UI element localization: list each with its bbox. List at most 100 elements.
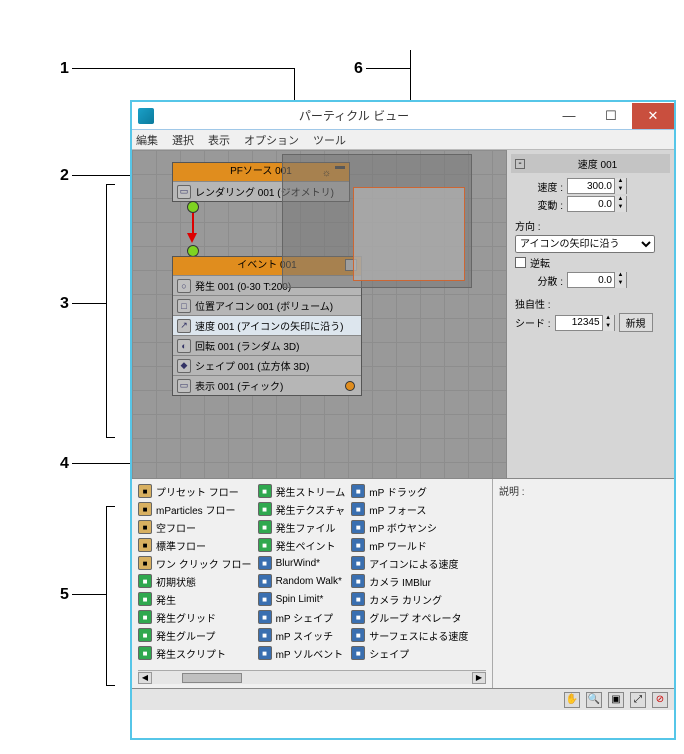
depot-item[interactable]: ■mParticles フロー bbox=[138, 501, 252, 517]
event-output-dot[interactable] bbox=[345, 381, 355, 391]
operator-row[interactable]: □位置アイコン 001 (ボリューム) bbox=[173, 295, 361, 315]
seed-spinner[interactable]: ▲▼ bbox=[555, 315, 615, 331]
depot-item-label: mP ボウヤンシ bbox=[369, 520, 437, 535]
depot-item-label: プリセット フロー bbox=[156, 484, 239, 499]
depot-item[interactable]: ■mP スイッチ bbox=[258, 627, 346, 643]
operator-label: 表示 001 (ティック) bbox=[195, 378, 283, 393]
depot-item[interactable]: ■発生テクスチャ bbox=[258, 501, 346, 517]
depot-item-icon: ■ bbox=[258, 520, 272, 534]
operator-row[interactable]: ◆シェイプ 001 (立方体 3D) bbox=[173, 355, 361, 375]
depot-item-icon: ■ bbox=[138, 646, 152, 660]
depot-item[interactable]: ■mP シェイプ bbox=[258, 609, 346, 625]
depot-item[interactable]: ■発生ストリーム bbox=[258, 483, 346, 499]
depot-item-icon: ■ bbox=[138, 538, 152, 552]
minimize-button[interactable]: — bbox=[548, 103, 590, 129]
operator-row[interactable]: ◐回転 001 (ランダム 3D) bbox=[173, 335, 361, 355]
depot-item-icon: ■ bbox=[138, 484, 152, 498]
menu-tools[interactable]: ツール bbox=[313, 132, 346, 148]
depot-hscrollbar[interactable]: ◀ ▶ bbox=[138, 670, 486, 684]
depot-item[interactable]: ■発生ファイル bbox=[258, 519, 346, 535]
menu-display[interactable]: 表示 bbox=[208, 132, 230, 148]
depot-item-label: 発生ペイント bbox=[276, 538, 336, 553]
menu-select[interactable]: 選択 bbox=[172, 132, 194, 148]
depot-item[interactable]: ■カメラ カリング bbox=[351, 591, 468, 607]
depot-item-icon: ■ bbox=[258, 592, 272, 606]
direction-label: 方向 : bbox=[515, 218, 541, 233]
depot-item[interactable]: ■Spin Limit* bbox=[258, 591, 346, 607]
operator-label: 回転 001 (ランダム 3D) bbox=[195, 338, 299, 353]
variation-spinner[interactable]: ▲▼ bbox=[567, 196, 627, 212]
menu-edit[interactable]: 編集 bbox=[136, 132, 158, 148]
maximize-button[interactable]: ☐ bbox=[590, 103, 632, 129]
callout-2: 2 bbox=[60, 167, 69, 185]
depot-item-icon: ■ bbox=[258, 502, 272, 516]
operator-icon: □ bbox=[177, 299, 191, 313]
reverse-label: 逆転 bbox=[530, 255, 550, 270]
seed-input[interactable] bbox=[556, 317, 602, 328]
zoom-region-icon[interactable]: ▣ bbox=[608, 692, 624, 708]
app-icon bbox=[138, 108, 154, 124]
divergence-label: 分散 : bbox=[515, 273, 563, 288]
depot-item[interactable]: ■アイコンによる速度 bbox=[351, 555, 468, 571]
depot-item[interactable]: ■ 発生 bbox=[138, 591, 252, 607]
titlebar[interactable]: パーティクル ビュー — ☐ ✕ bbox=[132, 102, 674, 130]
depot-item-label: シェイプ bbox=[369, 646, 409, 661]
depot-item[interactable]: ■発生スクリプト bbox=[138, 645, 252, 661]
speed-spinner[interactable]: ▲▼ bbox=[567, 178, 627, 194]
depot-item[interactable]: ■mP ボウヤンシ bbox=[351, 519, 468, 535]
reverse-checkbox[interactable] bbox=[515, 257, 526, 268]
depot-item[interactable]: ■グループ オペレータ bbox=[351, 609, 468, 625]
speed-label: 速度 : bbox=[515, 179, 563, 194]
new-seed-button[interactable]: 新規 bbox=[619, 313, 653, 332]
pan-icon[interactable]: ✋ bbox=[564, 692, 580, 708]
depot-item[interactable]: ■mP フォース bbox=[351, 501, 468, 517]
zoom-extents-icon[interactable]: ⤢ bbox=[630, 692, 646, 708]
depot-item-label: mParticles フロー bbox=[156, 502, 235, 517]
callout-3: 3 bbox=[60, 295, 69, 313]
depot-item-label: 発生 bbox=[156, 592, 176, 607]
depot-item-icon: ■ bbox=[138, 592, 152, 606]
variation-label: 変動 : bbox=[515, 197, 563, 212]
depot-item[interactable]: ■Random Walk* bbox=[258, 573, 346, 589]
menu-options[interactable]: オプション bbox=[244, 132, 299, 148]
divergence-input[interactable] bbox=[568, 275, 614, 286]
speed-input[interactable] bbox=[568, 181, 614, 192]
depot-item[interactable]: ■ワン クリック フロー bbox=[138, 555, 252, 571]
depot-item[interactable]: ■シェイプ bbox=[351, 645, 468, 661]
operator-row[interactable]: ▭表示 001 (ティック) bbox=[173, 375, 361, 395]
depot-item-label: 空フロー bbox=[156, 520, 196, 535]
depot-item-icon: ■ bbox=[351, 610, 365, 624]
collapse-toggle[interactable]: - bbox=[515, 159, 525, 169]
depot-item[interactable]: ■初期状態 bbox=[138, 573, 252, 589]
divergence-spinner[interactable]: ▲▼ bbox=[567, 272, 627, 288]
props-title: 速度 001 bbox=[529, 156, 666, 171]
depot-item[interactable]: ■標準フロー bbox=[138, 537, 252, 553]
depot-item[interactable]: ■ プリセット フロー bbox=[138, 483, 252, 499]
depot-item[interactable]: ■発生グループ bbox=[138, 627, 252, 643]
close-button[interactable]: ✕ bbox=[632, 103, 674, 129]
depot-item[interactable]: ■mP ワールド bbox=[351, 537, 468, 553]
depot-item-icon: ■ bbox=[138, 610, 152, 624]
event-canvas[interactable]: PFソース 001 ☼ ▭ レンダリング 001 (ジオメトリ) イベント 00… bbox=[132, 150, 506, 478]
depot-item[interactable]: ■発生グリッド bbox=[138, 609, 252, 625]
operator-row[interactable]: ↗速度 001 (アイコンの矢印に沿う) bbox=[173, 315, 361, 335]
depot-item[interactable]: ■mP ソルベント bbox=[258, 645, 346, 661]
callout-6: 6 bbox=[354, 60, 363, 78]
depot-item-label: mP ソルベント bbox=[276, 646, 344, 661]
depot-item-icon: ■ bbox=[351, 538, 365, 552]
depot-item[interactable]: ■空フロー bbox=[138, 519, 252, 535]
depot-item[interactable]: ■BlurWind* bbox=[258, 555, 346, 571]
depot-item-label: カメラ IMBlur bbox=[369, 574, 431, 589]
no-zoom-icon[interactable]: ⊘ bbox=[652, 692, 668, 708]
seed-label: シード : bbox=[515, 315, 551, 330]
output-port[interactable] bbox=[187, 201, 199, 213]
depot-item[interactable]: ■サーフェスによる速度 bbox=[351, 627, 468, 643]
depot-item-icon: ■ bbox=[258, 484, 272, 498]
zoom-icon[interactable]: 🔍 bbox=[586, 692, 602, 708]
depot-item[interactable]: ■カメラ IMBlur bbox=[351, 573, 468, 589]
depot-item[interactable]: ■発生ペイント bbox=[258, 537, 346, 553]
particle-view-window: パーティクル ビュー — ☐ ✕ 編集 選択 表示 オプション ツール PFソー… bbox=[130, 100, 676, 740]
depot-item[interactable]: ■mP ドラッグ bbox=[351, 483, 468, 499]
direction-select[interactable]: アイコンの矢印に沿う bbox=[515, 235, 655, 253]
variation-input[interactable] bbox=[568, 199, 614, 210]
